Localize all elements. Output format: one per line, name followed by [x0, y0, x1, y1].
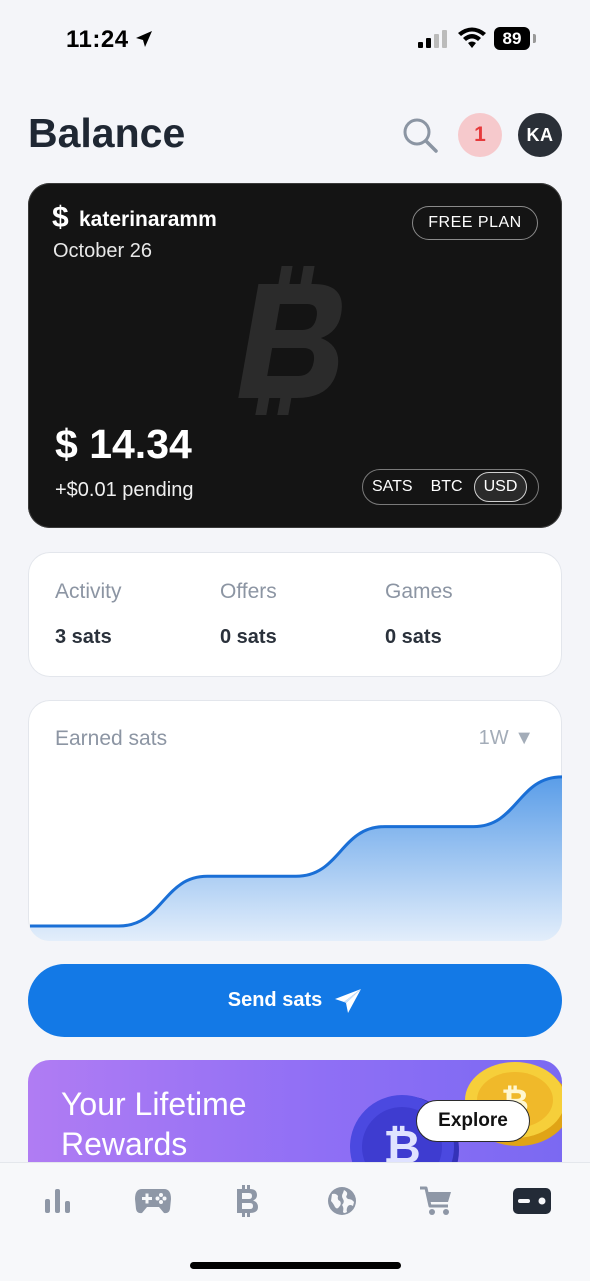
balance-date: October 26	[53, 240, 152, 262]
unit-sats[interactable]: SATS	[363, 472, 422, 502]
explore-button[interactable]: Explore	[416, 1100, 530, 1142]
wallet-icon	[513, 1188, 551, 1214]
page-title: Balance	[28, 110, 186, 156]
chart-plot	[30, 775, 562, 941]
stat-games[interactable]: Games 0 sats	[385, 580, 453, 649]
status-bar: 11:24 89	[0, 0, 590, 80]
stat-value: 0 sats	[385, 626, 442, 648]
nav-wallet[interactable]	[512, 1181, 552, 1221]
nav-shop[interactable]	[416, 1181, 456, 1221]
cart-icon	[420, 1186, 451, 1215]
location-arrow-icon	[136, 31, 152, 47]
chart-area	[30, 776, 562, 941]
bitcoin-icon	[237, 1185, 258, 1217]
cellular-signal-icon	[418, 30, 447, 48]
battery-level: 89	[494, 27, 530, 50]
home-indicator	[190, 1262, 401, 1269]
status-time: 11:24	[66, 26, 129, 53]
pending-amount: +$0.01 pending	[55, 479, 194, 501]
search-button[interactable]	[400, 115, 440, 155]
send-sats-label: Send sats	[227, 989, 323, 1011]
stat-label: Offers	[220, 580, 277, 603]
globe-icon	[328, 1187, 356, 1215]
notifications-badge[interactable]: 1	[458, 113, 502, 157]
nav-stats[interactable]	[38, 1181, 78, 1221]
username: katerinaramm	[79, 208, 217, 231]
search-icon	[403, 118, 438, 153]
nav-bitcoin[interactable]	[227, 1181, 267, 1221]
nav-games[interactable]	[133, 1181, 173, 1221]
unit-btc[interactable]: BTC	[422, 472, 472, 502]
stat-offers[interactable]: Offers 0 sats	[220, 580, 277, 649]
balance-card: $ katerinaramm October 26 FREE PLAN $ 14…	[28, 183, 562, 528]
battery-tip	[533, 34, 536, 43]
bitcoin-watermark-icon	[238, 266, 342, 415]
balance-amount: $ 14.34	[55, 421, 192, 467]
avatar[interactable]: KA	[518, 113, 562, 157]
stat-activity[interactable]: Activity 3 sats	[55, 580, 122, 649]
earnings-stats-card: Activity 3 sats Offers 0 sats Games 0 sa…	[28, 552, 562, 677]
nav-globe[interactable]	[322, 1181, 362, 1221]
stat-label: Games	[385, 580, 453, 603]
wifi-icon	[458, 27, 486, 48]
dollar-icon: $	[52, 201, 69, 234]
send-sats-button[interactable]: Send sats	[28, 964, 562, 1037]
stat-value: 0 sats	[220, 626, 277, 648]
plan-badge[interactable]: FREE PLAN	[412, 206, 538, 240]
unit-usd[interactable]: USD	[473, 472, 528, 502]
rewards-title: Your Lifetime Rewards	[61, 1086, 247, 1162]
lifetime-rewards-banner[interactable]: Your Lifetime Rewards ₿ ₿ Explore	[28, 1060, 562, 1175]
stat-label: Activity	[55, 580, 122, 603]
stat-value: 3 sats	[55, 626, 112, 648]
gamepad-icon	[135, 1189, 171, 1214]
unit-selector[interactable]: SATS BTC USD	[362, 469, 539, 505]
earned-sats-chart: Earned sats 1W ▼	[28, 700, 562, 941]
stats-icon	[45, 1189, 70, 1213]
paper-plane-icon	[335, 988, 362, 1013]
